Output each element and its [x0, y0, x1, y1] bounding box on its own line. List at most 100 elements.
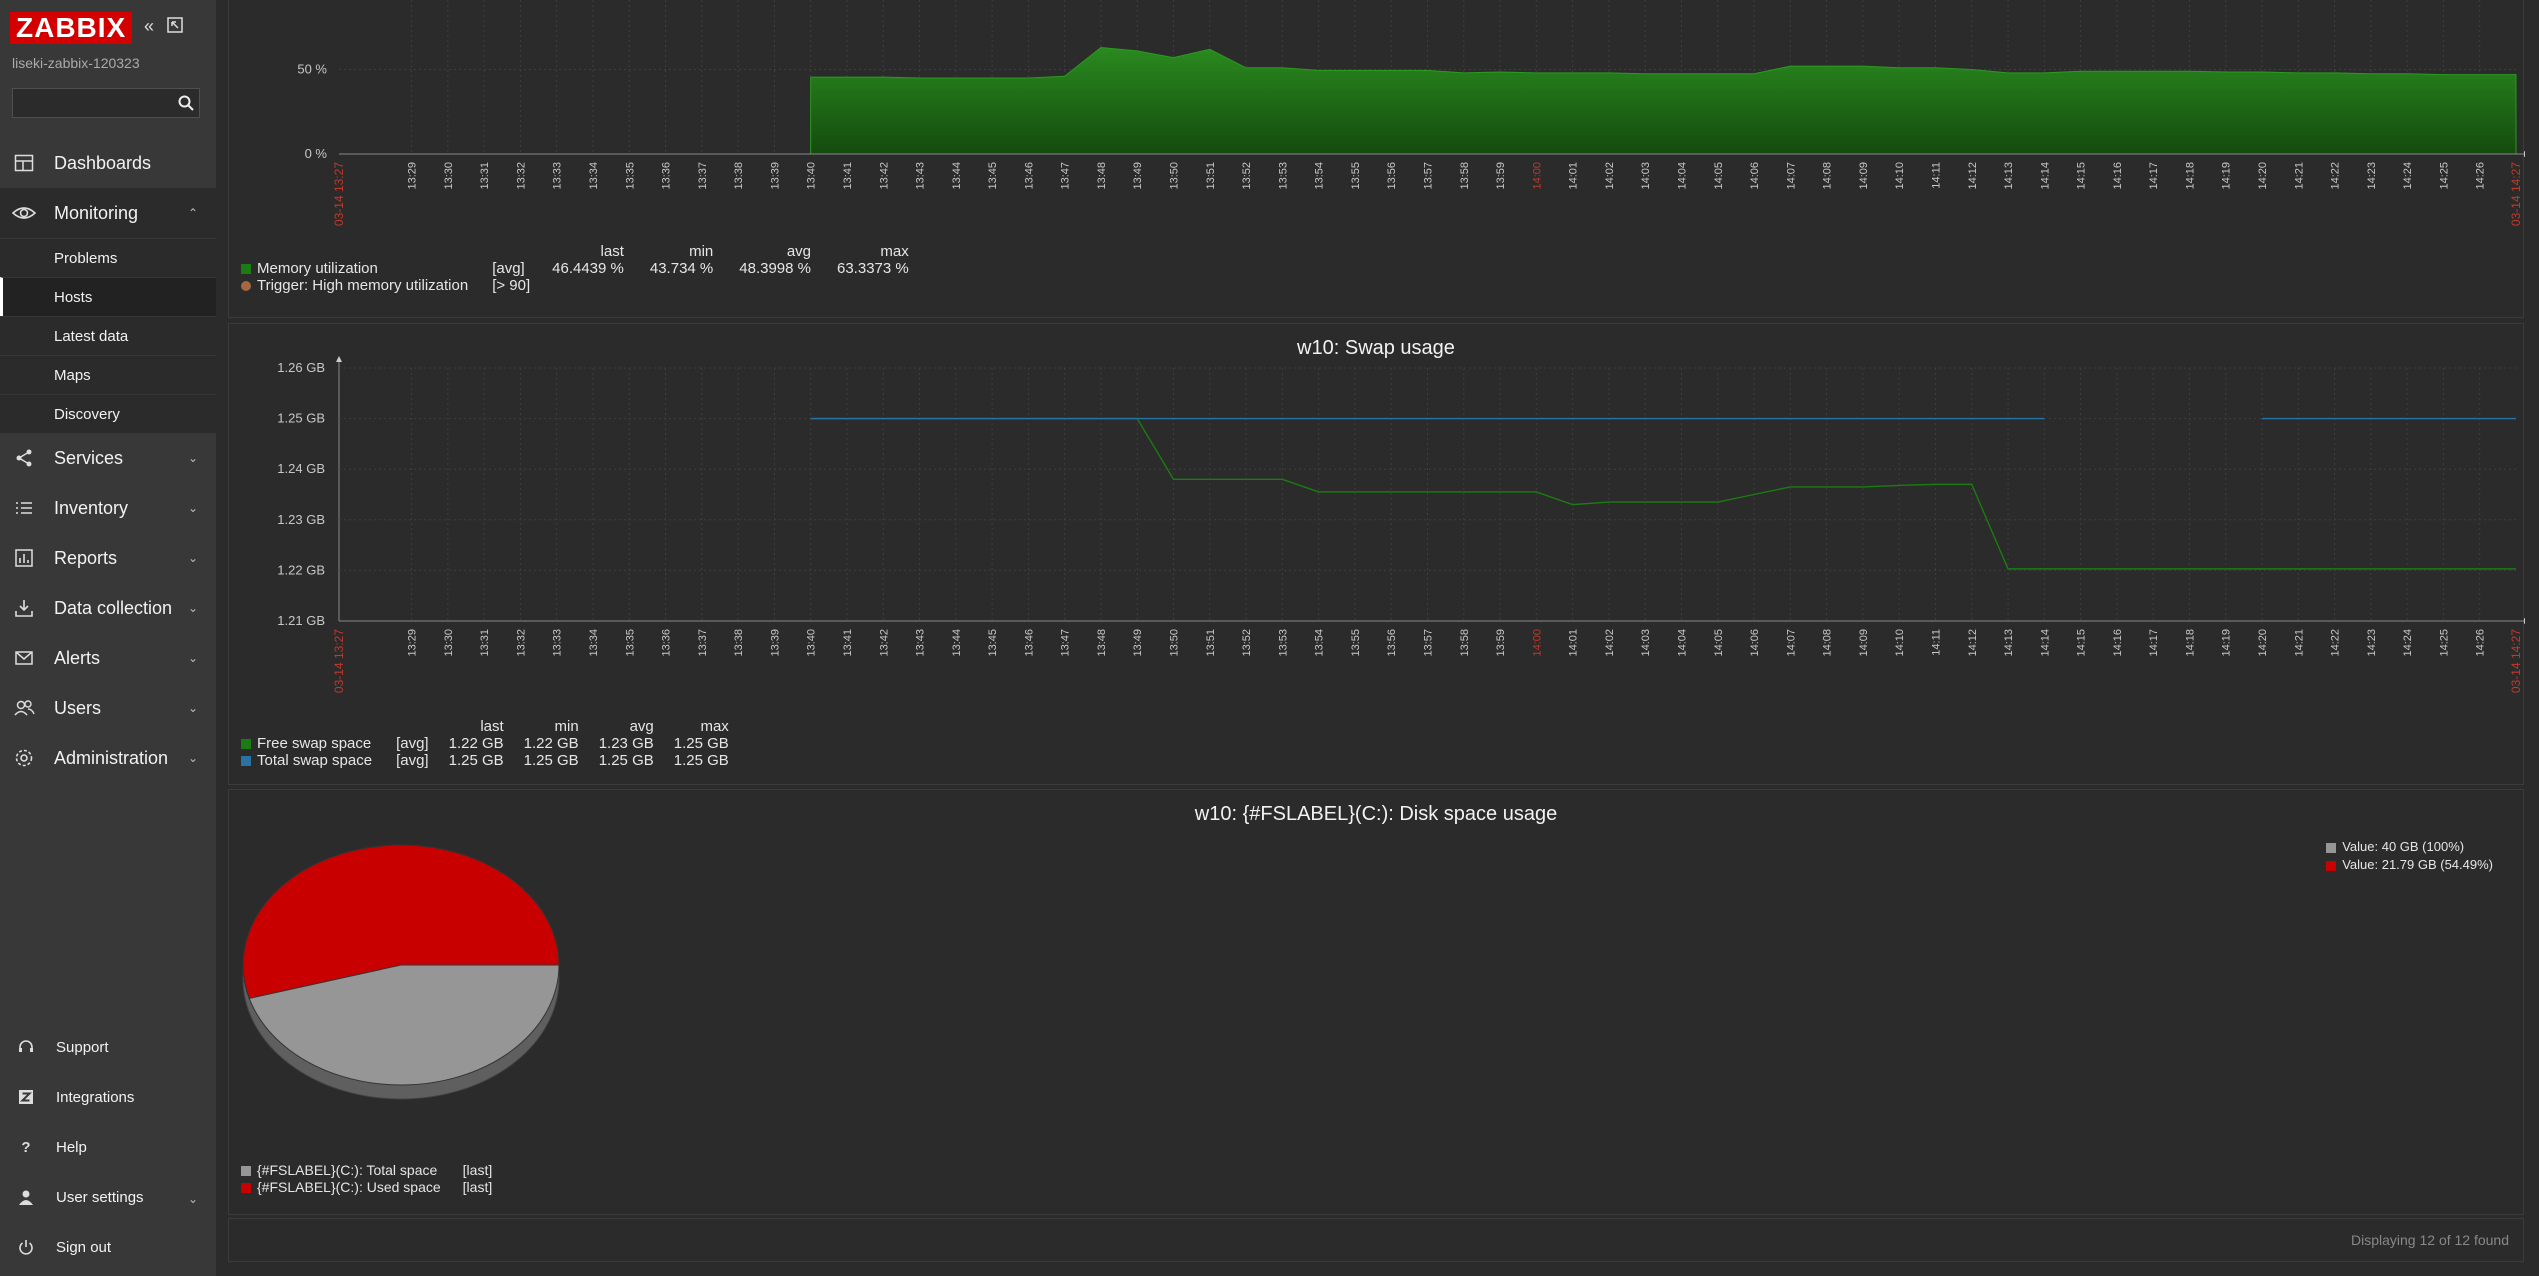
x-tick-label: 14:16	[2112, 162, 2124, 190]
memory-utilization-panel: 50 % 0 % 13:29 13:30 13:31 13:32 13:33 13:34 13:…	[228, 0, 2530, 318]
nav-administration[interactable]: Administration ⌄	[0, 733, 216, 783]
x-tick-label: 13:59	[1495, 629, 1507, 657]
sub-item-discovery[interactable]: Discovery	[0, 394, 216, 433]
series-swatch	[241, 756, 251, 767]
series-name: Free swap space	[257, 735, 372, 752]
search-icon[interactable]	[177, 94, 195, 112]
services-icon	[12, 446, 36, 470]
x-tick-label: 13:37	[697, 162, 709, 190]
nav-integrations-label: Integrations	[56, 1088, 135, 1106]
nav-support[interactable]: Support	[0, 1022, 216, 1072]
legend-row-free-swap: Free swap space [avg] 1.22 GB 1.22 GB 1.…	[241, 735, 737, 752]
nav-data-collection[interactable]: Data collection ⌄	[0, 583, 216, 633]
series-avg: 1.23 GB	[598, 735, 654, 752]
x-tick-label: 13:33	[552, 162, 564, 190]
nav-data-collection-label: Data collection	[54, 597, 173, 618]
y-tick-label: 1.24 GB	[277, 461, 325, 476]
x-tick-label: 13:56	[1386, 629, 1398, 657]
swap-graph[interactable]: 1.26 GB 1.25 GB 1.24 GB 1.23 GB 1.22 GB 1.21 …	[229, 324, 2530, 786]
x-tick-label: 14:19	[2221, 162, 2233, 190]
x-axis-arrow	[2524, 151, 2530, 157]
nav-monitoring-label: Monitoring	[54, 202, 139, 223]
sidebar-search-input[interactable]	[12, 88, 200, 118]
x-tick-label: 13:40	[806, 629, 818, 657]
x-tick-label: 14:21	[2293, 162, 2305, 190]
disk-pie-chart[interactable]	[229, 840, 589, 1140]
nav-sign-out[interactable]: Sign out	[0, 1222, 216, 1272]
legend-header-min: min	[689, 243, 714, 260]
x-tick-label: 13:58	[1459, 162, 1471, 190]
nav-user-settings[interactable]: User settings ⌄	[0, 1172, 216, 1222]
pagination-footer: Displaying 12 of 12 found	[228, 1218, 2524, 1262]
x-tick-label: 14:12	[1967, 162, 1979, 190]
x-tick-label: 13:56	[1386, 162, 1398, 190]
x-tick-label: 14:05	[1713, 162, 1725, 190]
nav-reports[interactable]: Reports ⌄	[0, 533, 216, 583]
x-tick-label: 14:11	[1930, 162, 1942, 189]
x-tick-label: 14:20	[2257, 162, 2269, 190]
x-tick-label: 14:14	[2039, 162, 2051, 190]
x-tick-label: 13:41	[842, 629, 854, 657]
disk-space-panel: w10: {#FSLABEL}(C:): Disk space usage Va…	[228, 789, 2524, 1215]
collapse-sidebar-icon[interactable]: «	[144, 16, 154, 39]
zabbix-logo[interactable]: ZABBIX	[10, 12, 133, 44]
memory-legend: last min avg max Memory utilization [avg…	[241, 243, 917, 294]
sub-item-hosts[interactable]: Hosts	[0, 277, 216, 316]
x-tick-label: 13:40	[806, 162, 818, 190]
x-tick-label: 14:25	[2438, 629, 2450, 657]
nav-users[interactable]: Users ⌄	[0, 683, 216, 733]
series-func: [last]	[462, 1162, 493, 1178]
x-tick-label: 13:54	[1314, 162, 1326, 190]
x-tick-label: 14:17	[2148, 162, 2160, 190]
nav-administration-label: Administration	[54, 747, 169, 768]
nav-alerts[interactable]: Alerts ⌄	[0, 633, 216, 683]
x-tick-label: 13:30	[443, 629, 455, 657]
chevron-down-icon: ⌄	[187, 601, 198, 615]
legend-header-max: max	[880, 243, 909, 260]
x-tick-label: 13:44	[951, 162, 963, 190]
nav-integrations[interactable]: Integrations	[0, 1072, 216, 1122]
x-tick-label: 13:41	[842, 162, 854, 190]
main-nav: Dashboards Monitoring ⌃ Problems Hosts L…	[0, 138, 216, 783]
power-icon	[16, 1237, 36, 1257]
sidebar: ZABBIX « liseki-zabbix-120323 Dashboards…	[0, 0, 216, 1276]
x-tick-label: 14:08	[1822, 162, 1834, 190]
x-tick-label: 13:54	[1314, 629, 1326, 657]
x-tick-label: 13:35	[624, 162, 636, 190]
nav-monitoring[interactable]: Monitoring ⌃	[0, 188, 216, 238]
x-tick-label: 13:49	[1132, 162, 1144, 190]
hide-sidebar-icon[interactable]	[166, 16, 184, 39]
nav-dashboards[interactable]: Dashboards	[0, 138, 216, 188]
pie-legend-used-text: Value: 21.79 GB (54.49%)	[2342, 857, 2493, 872]
x-tick-label: 14:00	[1531, 629, 1543, 657]
legend-row-total-space: {#FSLABEL}(C:): Total space [last]	[241, 1162, 500, 1179]
x-tick-label: 13:35	[624, 629, 636, 657]
envelope-icon	[12, 646, 36, 670]
nav-dashboards-label: Dashboards	[54, 152, 152, 173]
x-tick-label: 13:36	[661, 629, 673, 657]
x-tick-label: 13:52	[1241, 629, 1253, 657]
x-tick-label: 13:31	[479, 629, 491, 657]
y-tick-label: 1.21 GB	[277, 613, 325, 628]
x-tick-label: 13:58	[1459, 629, 1471, 657]
x-tick-label: 13:47	[1060, 629, 1072, 657]
x-tick-label: 13:57	[1423, 629, 1435, 657]
sub-item-problems[interactable]: Problems	[0, 238, 216, 277]
x-tick-label: 14:23	[2366, 162, 2378, 190]
nav-help[interactable]: ? Help	[0, 1122, 216, 1172]
x-tick-label: 14:08	[1822, 629, 1834, 657]
bottom-nav: Support Integrations ? Help User setting…	[0, 1022, 216, 1272]
series-func: [avg]	[492, 260, 525, 277]
x-tick-label: 13:51	[1205, 629, 1217, 657]
x-tick-label: 13:39	[769, 629, 781, 657]
series-swatch	[241, 1183, 251, 1194]
sub-item-maps[interactable]: Maps	[0, 355, 216, 394]
x-tick-label: 13:59	[1495, 162, 1507, 190]
x-tick-label: 13:32	[515, 629, 527, 657]
legend-header-avg: avg	[786, 243, 811, 260]
nav-services[interactable]: Services ⌄	[0, 433, 216, 483]
pie-legend-total-text: Value: 40 GB (100%)	[2342, 839, 2465, 854]
sub-item-latest-data[interactable]: Latest data	[0, 316, 216, 355]
x-tick-label: 13:43	[915, 629, 927, 657]
nav-inventory[interactable]: Inventory ⌄	[0, 483, 216, 533]
